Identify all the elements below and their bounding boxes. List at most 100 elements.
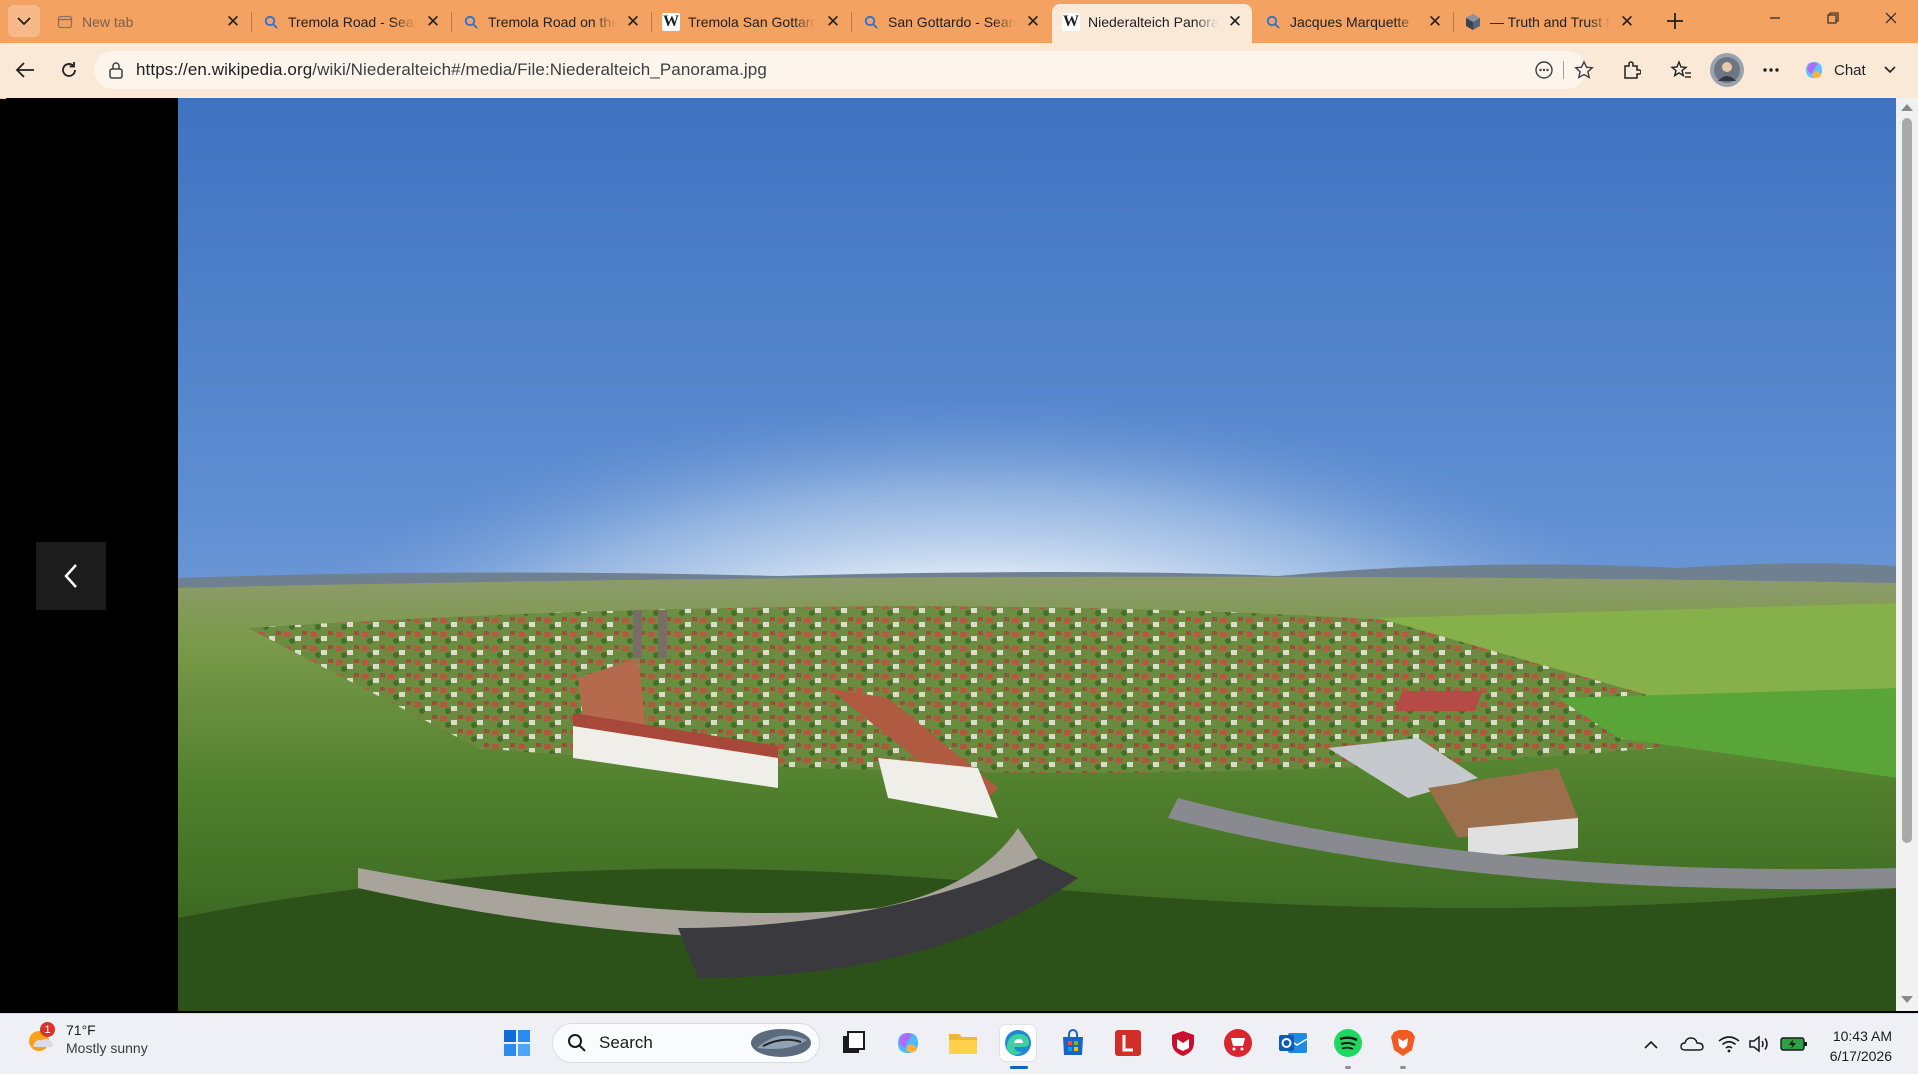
settings-more-button[interactable]: [1754, 53, 1788, 87]
mcafee-button[interactable]: [1165, 1025, 1201, 1061]
refresh-button[interactable]: [52, 53, 86, 87]
wifi-icon[interactable]: [1718, 1033, 1740, 1055]
shopping-app-button[interactable]: [1220, 1025, 1256, 1061]
restore-icon: [1827, 12, 1839, 24]
previous-image-button[interactable]: [36, 542, 106, 610]
folder-icon: [949, 1034, 977, 1054]
close-icon: [1885, 12, 1897, 24]
tab-jacques-marquette[interactable]: Jacques Marquette ✕: [1254, 4, 1452, 39]
search-icon: [862, 13, 880, 31]
outlook-button[interactable]: [1275, 1025, 1311, 1061]
favorites-icon: [1670, 60, 1691, 78]
onedrive-icon[interactable]: [1680, 1033, 1704, 1055]
tab-close-button[interactable]: ✕: [1618, 12, 1636, 31]
task-view-button[interactable]: [835, 1025, 871, 1061]
tab-title: Tremola San Gottardo - Wikipedia: [688, 13, 816, 30]
clock-time: 10:43 AM: [1832, 1028, 1892, 1044]
tab-close-button[interactable]: ✕: [1426, 12, 1444, 31]
lock-icon[interactable]: [108, 61, 124, 84]
mcafee-shield-icon: [1172, 1031, 1194, 1056]
refresh-icon: [62, 62, 76, 77]
panorama-image[interactable]: [178, 98, 1898, 1011]
extensions-button[interactable]: [1614, 53, 1648, 87]
volume-icon[interactable]: [1748, 1033, 1770, 1055]
tab-tremola-road-search[interactable]: Tremola Road - Search ✕: [252, 4, 450, 39]
favorites-button[interactable]: [1664, 53, 1698, 87]
tab-actions-menu-button[interactable]: [8, 5, 40, 37]
tab-title: New tab: [82, 13, 134, 30]
task-view-icon: [843, 1031, 865, 1053]
tab-close-button[interactable]: ✕: [224, 12, 242, 31]
tab-title: Niederalteich Panorama: [1088, 13, 1218, 30]
tab-close-button[interactable]: ✕: [1226, 12, 1244, 31]
chevron-left-icon: [64, 564, 77, 588]
tab-strip: New tab ✕ Tremola Road - Search ✕ Tremol…: [0, 0, 1918, 43]
tab-title: — Truth and Trust for: [1490, 13, 1610, 30]
tab-close-button[interactable]: ✕: [1024, 12, 1042, 31]
edge-active-indicator: [1010, 1066, 1028, 1069]
reading-mode-icon[interactable]: [1534, 60, 1554, 85]
outlook-icon: [1279, 1033, 1308, 1053]
cart-icon: [1224, 1029, 1252, 1057]
tab-title: Tremola Road on the San Gottardo: [488, 13, 616, 30]
cube-icon: [1464, 13, 1482, 31]
navigation-toolbar: https://en.wikipedia.org/wiki/Niederalte…: [0, 43, 1918, 99]
puzzle-icon: [1624, 61, 1641, 79]
wikipedia-icon: W: [1062, 12, 1080, 31]
scroll-up-arrow[interactable]: [1901, 104, 1913, 111]
lastpass-button[interactable]: [1110, 1025, 1146, 1061]
brave-running-indicator: [1400, 1066, 1406, 1069]
more-horizontal-icon: [1763, 68, 1779, 72]
url-text[interactable]: https://en.wikipedia.org/wiki/Niederalte…: [136, 60, 767, 80]
restore-button[interactable]: [1804, 0, 1862, 36]
copilot-chat-button[interactable]: Chat: [1802, 54, 1896, 86]
tab-close-button[interactable]: ✕: [424, 12, 442, 31]
tab-truth-and-trust[interactable]: — Truth and Trust for ✕: [1454, 4, 1644, 39]
tab-tremola-road-san-gottardo[interactable]: Tremola Road on the San Gottardo ✕: [452, 4, 650, 39]
omnibox-divider: [1563, 61, 1564, 79]
chevron-down-icon: [17, 17, 31, 26]
search-icon: [1264, 13, 1282, 31]
scrollbar-thumb[interactable]: [1902, 118, 1912, 843]
arrow-left-icon: [15, 62, 34, 78]
url-path: /wiki/Niederalteich#/media/File:Niederal…: [312, 60, 767, 79]
microsoft-store-button[interactable]: [1055, 1025, 1091, 1061]
search-icon: [568, 1034, 586, 1052]
tab-niederalteich-active[interactable]: W Niederalteich Panorama ✕: [1052, 4, 1252, 43]
spotify-button[interactable]: [1330, 1025, 1366, 1061]
clock-date: 6/17/2026: [1829, 1048, 1892, 1064]
star-icon[interactable]: [1574, 60, 1594, 85]
tab-tremola-wikipedia[interactable]: W Tremola San Gottardo - Wikipedia ✕: [652, 4, 850, 39]
plus-icon: [1667, 13, 1683, 29]
address-bar[interactable]: https://en.wikipedia.org/wiki/Niederalte…: [94, 51, 1594, 89]
copilot-app-button[interactable]: [890, 1025, 926, 1061]
store-icon: [1063, 1029, 1083, 1055]
tab-new-tab[interactable]: New tab ✕: [46, 4, 250, 39]
edge-icon: [1005, 1030, 1031, 1056]
profile-avatar[interactable]: [1710, 53, 1744, 87]
minimize-button[interactable]: [1746, 0, 1804, 36]
url-host: https://en.wikipedia.org: [136, 60, 313, 79]
file-explorer-button[interactable]: [945, 1025, 981, 1061]
close-window-button[interactable]: [1862, 0, 1918, 36]
vertical-scrollbar[interactable]: [1896, 98, 1918, 1011]
tab-san-gottardo-search[interactable]: San Gottardo - Search ✕: [852, 4, 1050, 39]
brave-button[interactable]: [1385, 1025, 1421, 1061]
tab-close-button[interactable]: ✕: [824, 12, 842, 31]
system-clock[interactable]: 10:43 AM 6/17/2026: [1830, 1026, 1892, 1066]
copilot-icon: [898, 1033, 918, 1053]
back-button[interactable]: [8, 53, 42, 87]
minimize-icon: [1770, 17, 1780, 19]
copilot-icon: [1806, 62, 1822, 78]
search-icon: [262, 13, 280, 31]
chevron-down-icon[interactable]: [1884, 66, 1896, 74]
show-hidden-icons-button[interactable]: [1642, 1033, 1660, 1055]
new-tab-button[interactable]: [1660, 6, 1690, 36]
taskbar-search[interactable]: Search: [552, 1023, 820, 1063]
scroll-down-arrow[interactable]: [1901, 996, 1913, 1003]
battery-charging-icon[interactable]: [1780, 1033, 1808, 1055]
edge-browser-button[interactable]: [1000, 1025, 1036, 1061]
start-button[interactable]: [499, 1025, 535, 1061]
tab-close-button[interactable]: ✕: [624, 12, 642, 31]
weather-widget[interactable]: 1 71°F Mostly sunny: [26, 1022, 148, 1056]
